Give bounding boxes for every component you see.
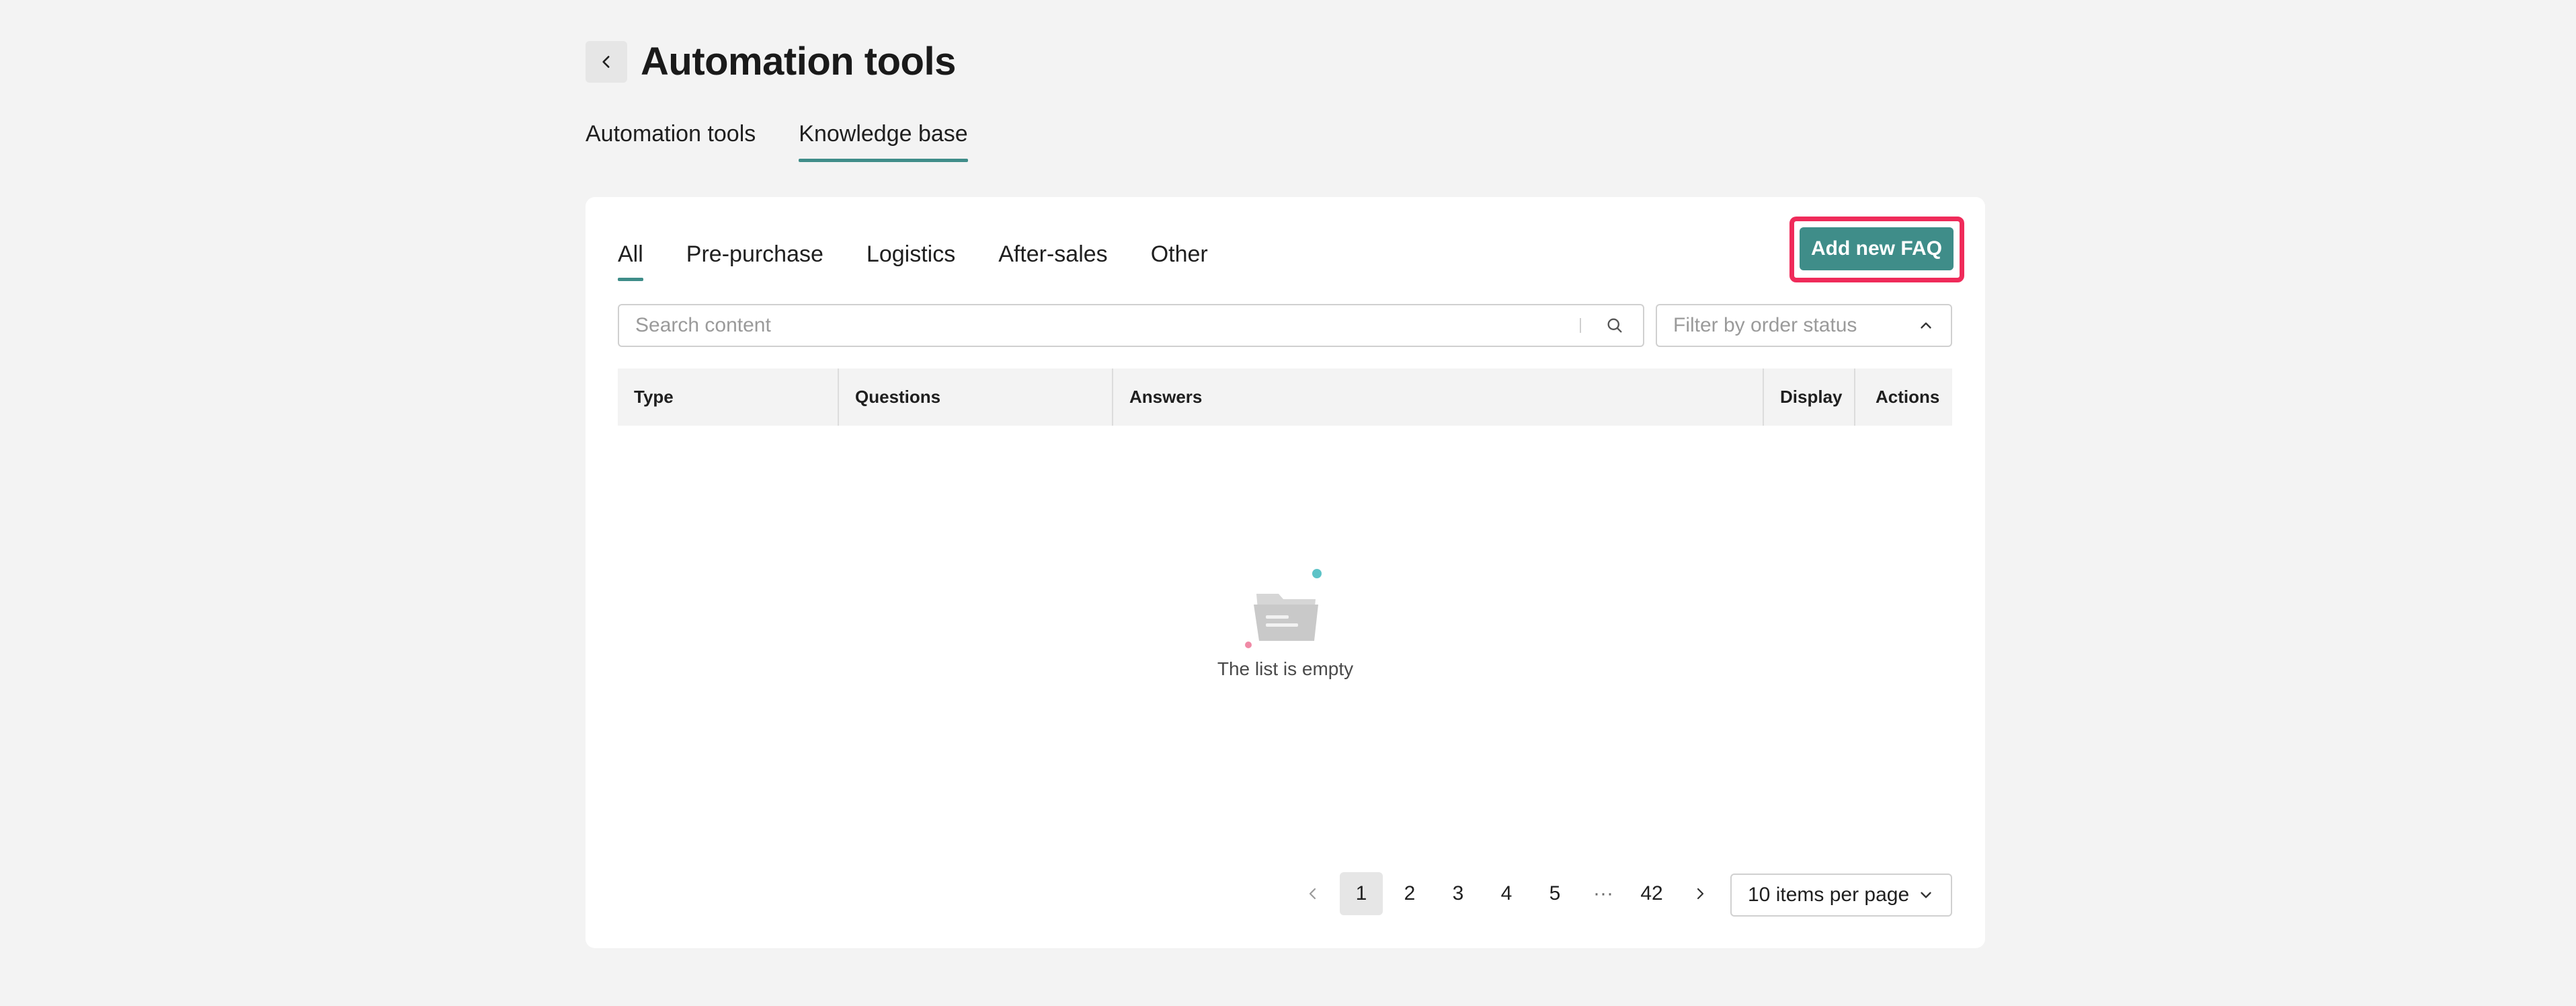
page: Automation tools Automation tools Knowle…: [0, 0, 2576, 1006]
tab-knowledge-base[interactable]: Knowledge base: [799, 121, 969, 162]
page-42-button[interactable]: 42: [1630, 872, 1673, 915]
filter-placeholder: Filter by order status: [1673, 314, 1857, 336]
category-tab-logistics[interactable]: Logistics: [867, 241, 955, 277]
page-1-button[interactable]: 1: [1340, 872, 1383, 915]
order-status-filter[interactable]: Filter by order status: [1656, 304, 1952, 347]
category-tab-other[interactable]: Other: [1151, 241, 1208, 277]
column-header-questions: Questions: [839, 369, 1113, 426]
category-tab-pre-purchase[interactable]: Pre-purchase: [686, 241, 823, 277]
page-4-button[interactable]: 4: [1485, 872, 1528, 915]
page-header: Automation tools: [586, 39, 956, 84]
faq-card: All Pre-purchase Logistics After-sales O…: [586, 197, 1985, 948]
search-box: [618, 304, 1644, 347]
page-5-button[interactable]: 5: [1533, 872, 1576, 915]
page-title: Automation tools: [641, 40, 956, 83]
items-per-page-label: 10 items per page: [1748, 884, 1910, 906]
empty-state-text: The list is empty: [1217, 658, 1354, 679]
empty-state: The list is empty: [586, 567, 1985, 680]
table-header: Type Questions Answers Display Actions: [618, 369, 1952, 426]
column-header-answers: Answers: [1113, 369, 1764, 426]
add-new-faq-button[interactable]: Add new FAQ: [1800, 227, 1954, 270]
search-icon[interactable]: [1595, 305, 1635, 346]
tab-automation-tools[interactable]: Automation tools: [586, 121, 756, 158]
page-2-button[interactable]: 2: [1388, 872, 1431, 915]
category-tab-after-sales[interactable]: After-sales: [998, 241, 1108, 277]
back-button[interactable]: [586, 40, 627, 83]
chevron-right-icon: [1697, 888, 1704, 900]
empty-folder-icon: [1245, 569, 1322, 648]
pagination: 1 2 3 4 5 ··· 42: [1291, 872, 1727, 915]
top-tabs: Automation tools Knowledge base: [586, 121, 969, 162]
chevron-left-icon: [602, 55, 610, 68]
category-tab-all[interactable]: All: [618, 241, 643, 281]
page-3-button[interactable]: 3: [1437, 872, 1480, 915]
column-header-type: Type: [618, 369, 839, 426]
chevron-up-icon: [1921, 322, 1931, 329]
column-header-display: Display: [1764, 369, 1855, 426]
next-page-button[interactable]: [1679, 872, 1722, 915]
prev-page-button[interactable]: [1291, 872, 1334, 915]
page-ellipsis[interactable]: ···: [1582, 872, 1625, 915]
search-input[interactable]: [619, 305, 1580, 346]
items-per-page-select[interactable]: 10 items per page: [1730, 874, 1952, 917]
chevron-down-icon: [1921, 892, 1931, 898]
column-header-actions: Actions: [1876, 387, 1940, 407]
category-tabs: All Pre-purchase Logistics After-sales O…: [618, 241, 1208, 281]
chevron-left-icon: [1309, 888, 1316, 900]
search-divider: [1580, 318, 1581, 333]
